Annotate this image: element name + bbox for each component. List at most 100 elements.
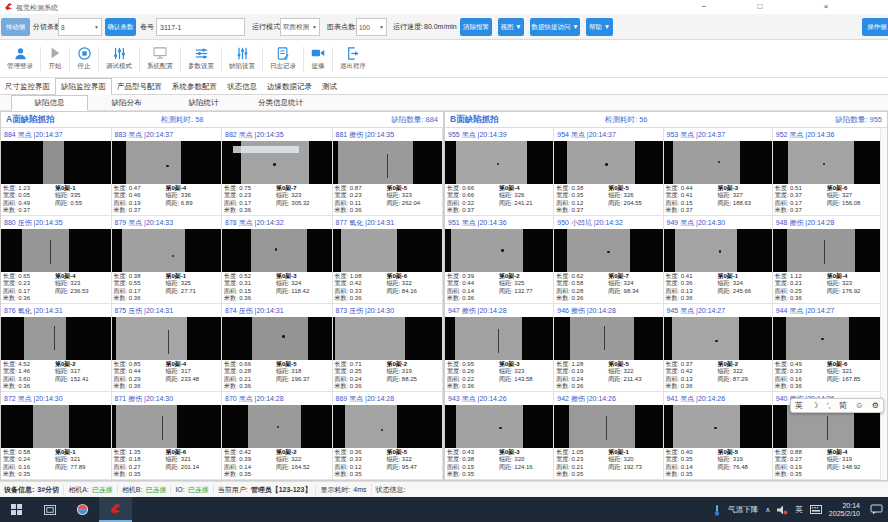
defect-image[interactable] <box>222 317 332 360</box>
toolbar-button-camera[interactable]: 提像 <box>304 42 332 76</box>
defect-image[interactable] <box>554 317 662 360</box>
defect-image[interactable] <box>333 317 443 360</box>
clear-alarm-button[interactable]: 清除报警 <box>460 18 492 36</box>
keyboard-icon[interactable] <box>810 505 822 514</box>
notification-icon[interactable] <box>870 504 883 515</box>
toolbar-button-stop[interactable]: 停止 <box>70 42 98 76</box>
defect-card[interactable]: 874 压伤 |20:14:31 长度: 0.66 宽度: 0.28 面积: 0… <box>222 304 333 392</box>
defect-image[interactable] <box>112 405 222 448</box>
ime-lang-toggle[interactable]: 英 <box>795 400 803 411</box>
tab-5[interactable]: 状态信息 <box>222 78 262 95</box>
defect-image[interactable] <box>445 229 553 272</box>
defect-image[interactable] <box>333 141 443 184</box>
defect-card[interactable]: 946 擦伤 |20:14:28 长度: 1.28 宽度: 0.19 面积: 0… <box>554 304 663 392</box>
subtab-2[interactable]: 缺陷分布 <box>88 95 165 111</box>
defect-card[interactable]: 942 擦伤 |20:14:26 长度: 1.05 宽度: 0.23 面积: 0… <box>554 392 663 480</box>
toolbar-button-params-sliders[interactable]: 参数设置 <box>181 42 221 76</box>
ime-emoji-icon[interactable]: ☺ <box>855 401 863 410</box>
defect-image[interactable] <box>664 405 772 448</box>
defect-card[interactable]: 871 擦伤 |20:14:30 长度: 1.35 宽度: 0.18 面积: 0… <box>112 392 223 480</box>
tab-6[interactable]: 边缘数据记录 <box>262 78 317 95</box>
tab-7[interactable]: 测试 <box>317 78 342 95</box>
defect-card[interactable]: 878 黑点 |20:14:32 长度: 0.52 宽度: 0.31 面积: 0… <box>222 216 333 304</box>
defect-card[interactable]: 882 黑点 |20:14:35 长度: 0.75 宽度: 0.23 面积: 0… <box>222 128 333 216</box>
help-button[interactable]: 帮助 ▼ <box>586 18 613 36</box>
defect-image[interactable] <box>445 405 553 448</box>
toolbar-button-monitor[interactable]: 系统配置 <box>140 42 180 76</box>
operator-side-button[interactable]: 操作侧 <box>862 18 888 36</box>
defect-image[interactable] <box>222 141 332 184</box>
defect-card[interactable]: 883 黑点 |20:14:37 长度: 0.47 宽度: 0.46 面积: 0… <box>112 128 223 216</box>
task-view-button[interactable] <box>33 497 66 522</box>
defect-image[interactable] <box>554 405 662 448</box>
defect-image[interactable] <box>222 405 332 448</box>
volume-icon[interactable] <box>777 505 788 515</box>
tab-2[interactable]: 缺陷监控界面 <box>55 78 112 95</box>
defect-image[interactable] <box>112 141 222 184</box>
defect-card[interactable]: 953 黑点 |20:14:37 长度: 0.44 宽度: 0.41 面积: 0… <box>664 128 773 216</box>
defect-card[interactable]: 950 小凹坑 |20:14:32 长度: 0.62 宽度: 0.58 面积: … <box>554 216 663 304</box>
defect-image[interactable] <box>1 229 111 272</box>
taskbar-lang-indicator[interactable]: 英 <box>795 505 803 515</box>
defect-card[interactable]: 941 黑点 |20:14:26 长度: 0.40 宽度: 0.35 面积: 0… <box>664 392 773 480</box>
confirm-strips-button[interactable]: 确认条数 <box>105 18 136 36</box>
active-app-icon[interactable] <box>99 497 132 522</box>
subtab-3[interactable]: 缺陷统计 <box>165 95 242 111</box>
defect-card[interactable]: 875 压伤 |20:14:31 长度: 0.85 宽度: 0.44 面积: 0… <box>112 304 223 392</box>
defect-card[interactable]: 873 压伤 |20:14:30 长度: 0.71 宽度: 0.35 面积: 0… <box>333 304 444 392</box>
defect-card[interactable]: 947 擦伤 |20:14:28 长度: 0.95 宽度: 0.26 面积: 0… <box>445 304 554 392</box>
defect-image[interactable] <box>664 317 772 360</box>
roll-number-input[interactable]: 3117-1 <box>156 18 245 36</box>
defect-card[interactable]: 884 黑点 |20:14:37 长度: 1.23 宽度: 0.05 面积: 0… <box>1 128 112 216</box>
defect-card[interactable]: 955 黑点 |20:14:39 长度: 0.66 宽度: 0.66 面积: 0… <box>445 128 554 216</box>
defect-image[interactable] <box>773 317 881 360</box>
toolbar-button-debug-sliders[interactable]: 调试模式 <box>99 42 139 76</box>
defect-image[interactable] <box>222 229 332 272</box>
defect-card[interactable]: 944 黑点 |20:14:27 长度: 0.49 宽度: 0.33 面积: 0… <box>773 304 882 392</box>
ime-moon-icon[interactable]: ☽ <box>811 401 818 410</box>
defect-image[interactable] <box>445 317 553 360</box>
subtab-4[interactable]: 分类信息统计 <box>242 95 319 111</box>
defect-image[interactable] <box>773 229 881 272</box>
defect-card[interactable]: 954 黑点 |20:14:37 长度: 0.38 宽度: 0.35 面积: 0… <box>554 128 663 216</box>
defect-card[interactable]: 949 黑点 |20:14:30 长度: 0.41 宽度: 0.36 面积: 0… <box>664 216 773 304</box>
toolbar-button-play[interactable]: 开始 <box>41 42 69 76</box>
defect-image[interactable] <box>664 141 772 184</box>
defect-image[interactable] <box>554 141 662 184</box>
defect-card[interactable]: 870 黑点 |20:14:28 长度: 0.42 宽度: 0.39 面积: 0… <box>222 392 333 480</box>
quick-access-button[interactable]: 数据快捷访问 ▼ <box>530 18 580 36</box>
defect-image[interactable] <box>333 405 443 448</box>
defect-card[interactable]: 879 黑点 |20:14:33 长度: 0.38 宽度: 0.55 面积: 0… <box>112 216 223 304</box>
strips-count-select[interactable]: 8▼ <box>58 18 102 36</box>
ime-settings-icon[interactable]: ⚙ <box>872 401 879 410</box>
taskbar-clock[interactable]: 20:14 2025/2/10 <box>829 502 860 518</box>
toolbar-button-log[interactable]: 日志记录 <box>263 42 303 76</box>
defect-image[interactable] <box>1 141 111 184</box>
toolbar-button-user[interactable]: 管理登录 <box>0 42 40 76</box>
defect-image[interactable] <box>112 317 222 360</box>
defect-image[interactable] <box>333 229 443 272</box>
defect-card[interactable]: 872 黑点 |20:14:30 长度: 0.58 宽度: 0.24 面积: 0… <box>1 392 112 480</box>
defect-image[interactable] <box>554 229 662 272</box>
defect-card[interactable]: 877 氧化 |20:14:31 长度: 1.08 宽度: 0.42 面积: 0… <box>333 216 444 304</box>
defect-image[interactable] <box>1 405 111 448</box>
defect-image[interactable] <box>664 229 772 272</box>
ime-language-bar[interactable]: 英 ☽ ’, 简 ☺ ⚙ <box>790 398 884 413</box>
ime-punct-icon[interactable]: ’, <box>827 401 831 410</box>
defect-card[interactable]: 943 黑点 |20:14:26 长度: 0.43 宽度: 0.38 面积: 0… <box>445 392 554 480</box>
maximize-button[interactable]: □ <box>753 0 767 13</box>
tab-1[interactable]: 尺寸监控界面 <box>0 78 55 95</box>
weather-text[interactable]: 气温下降 <box>728 505 758 515</box>
toolbar-button-defect-sliders[interactable]: 缺陷设置 <box>222 42 262 76</box>
defect-image[interactable] <box>1 317 111 360</box>
defect-card[interactable]: 951 黑点 |20:14:36 长度: 0.39 宽度: 0.44 面积: 0… <box>445 216 554 304</box>
defect-card[interactable]: 869 黑点 |20:14:28 长度: 0.36 宽度: 0.33 面积: 0… <box>333 392 444 480</box>
toolbar-button-exit[interactable]: 退出程序 <box>333 42 373 76</box>
drive-side-button[interactable]: 传动侧 <box>1 18 30 36</box>
tab-4[interactable]: 系统参数配置 <box>167 78 222 95</box>
close-button[interactable]: × <box>819 0 833 13</box>
defect-card[interactable]: 948 擦伤 |20:14:28 长度: 1.12 宽度: 0.21 面积: 0… <box>773 216 882 304</box>
subtab-1[interactable]: 缺陷信息 <box>11 95 88 111</box>
view-button[interactable]: 视图 ▼ <box>498 18 524 36</box>
pinned-app-icon[interactable] <box>66 497 99 522</box>
